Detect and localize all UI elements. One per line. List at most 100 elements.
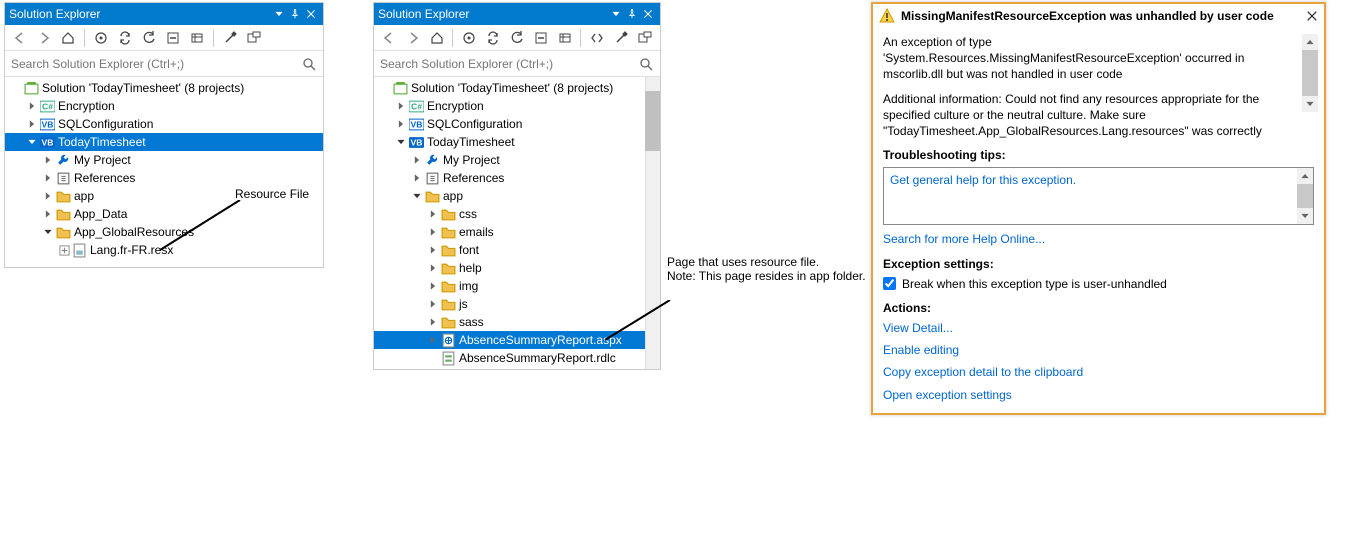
expander-icon[interactable] [57, 243, 71, 257]
tree-item[interactable]: References [374, 169, 660, 187]
expander-icon[interactable] [410, 171, 424, 185]
tree-item[interactable]: My Project [5, 151, 323, 169]
tree-item[interactable]: app [374, 187, 660, 205]
home-button[interactable] [57, 27, 79, 49]
expander-icon[interactable] [378, 81, 392, 95]
back-button[interactable] [378, 27, 400, 49]
search-icon[interactable] [636, 57, 656, 71]
pin-icon[interactable] [287, 6, 303, 22]
expander-icon[interactable] [426, 261, 440, 275]
tree-item[interactable]: css [374, 205, 660, 223]
tree-item-label: help [459, 261, 482, 275]
open-exception-settings-link[interactable]: Open exception settings [883, 388, 1012, 402]
tree-item[interactable]: AbsenceSummaryReport.rdlc [374, 349, 660, 367]
expander-icon[interactable] [41, 171, 55, 185]
forward-button[interactable] [402, 27, 424, 49]
tree-item[interactable]: TodayTimesheet [374, 133, 660, 151]
expander-icon[interactable] [426, 225, 440, 239]
enable-editing-link[interactable]: Enable editing [883, 343, 959, 357]
code-button[interactable] [586, 27, 608, 49]
expander-icon[interactable] [426, 207, 440, 221]
sync-button[interactable] [114, 27, 136, 49]
expander-icon[interactable] [41, 225, 55, 239]
tree-item[interactable]: SQLConfiguration [374, 115, 660, 133]
search-icon[interactable] [299, 57, 319, 71]
vbproj-icon [39, 134, 55, 150]
scroll-thumb[interactable] [645, 91, 660, 151]
expander-icon[interactable] [426, 279, 440, 293]
scroll-up-icon[interactable] [1297, 168, 1313, 184]
aspx-icon [440, 332, 456, 348]
scroll-down-icon[interactable] [1302, 96, 1318, 112]
pin-icon[interactable] [624, 6, 640, 22]
expander-icon[interactable] [41, 153, 55, 167]
warning-icon [879, 8, 895, 24]
collapse-button[interactable] [530, 27, 552, 49]
refresh-button[interactable] [138, 27, 160, 49]
sync-button[interactable] [482, 27, 504, 49]
tree-item[interactable]: My Project [374, 151, 660, 169]
expander-icon[interactable] [25, 135, 39, 149]
tree-item[interactable]: img [374, 277, 660, 295]
scope-button[interactable] [90, 27, 112, 49]
scroll-up-icon[interactable] [1302, 34, 1318, 50]
scope-button[interactable] [458, 27, 480, 49]
close-icon[interactable] [1306, 10, 1318, 22]
tree-item[interactable]: SQLConfiguration [5, 115, 323, 133]
collapse-button[interactable] [162, 27, 184, 49]
tip-general-help-link[interactable]: Get general help for this exception. [890, 173, 1076, 187]
home-button[interactable] [426, 27, 448, 49]
close-icon[interactable] [303, 6, 319, 22]
tree-item-label: References [74, 171, 135, 185]
forward-button[interactable] [33, 27, 55, 49]
search-input[interactable] [378, 55, 636, 73]
properties-button[interactable] [610, 27, 632, 49]
tree-item[interactable]: References [5, 169, 323, 187]
scroll-down-icon[interactable] [1297, 208, 1313, 224]
expander-icon[interactable] [426, 351, 440, 365]
preview-button[interactable] [634, 27, 656, 49]
preview-button[interactable] [243, 27, 265, 49]
expander-icon[interactable] [394, 99, 408, 113]
back-button[interactable] [9, 27, 31, 49]
tips-scrollbar[interactable] [1297, 168, 1313, 224]
expander-icon[interactable] [426, 315, 440, 329]
expander-icon[interactable] [426, 297, 440, 311]
tree-item-label: Encryption [58, 99, 115, 113]
message-scrollbar[interactable] [1302, 34, 1318, 112]
properties-button[interactable] [219, 27, 241, 49]
expander-icon[interactable] [41, 207, 55, 221]
tree-item-label: Encryption [427, 99, 484, 113]
expander-icon[interactable] [394, 117, 408, 131]
tree-item[interactable]: emails [374, 223, 660, 241]
tree-item[interactable]: font [374, 241, 660, 259]
tree-item[interactable]: TodayTimesheet [5, 133, 323, 151]
break-checkbox[interactable] [883, 277, 896, 290]
expander-icon[interactable] [426, 333, 440, 347]
showall-button[interactable] [554, 27, 576, 49]
tree-item[interactable]: Encryption [374, 97, 660, 115]
tree-item[interactable]: Solution 'TodayTimesheet' (8 projects) [374, 79, 660, 97]
expander-icon[interactable] [394, 135, 408, 149]
annotation-line-2 [600, 300, 675, 345]
dropdown-icon[interactable] [608, 6, 624, 22]
dropdown-icon[interactable] [271, 6, 287, 22]
close-icon[interactable] [640, 6, 656, 22]
expander-icon[interactable] [410, 189, 424, 203]
showall-button[interactable] [186, 27, 208, 49]
expander-icon[interactable] [41, 189, 55, 203]
expander-icon[interactable] [25, 99, 39, 113]
copy-exception-link[interactable]: Copy exception detail to the clipboard [883, 365, 1083, 379]
tree-item[interactable]: help [374, 259, 660, 277]
annotation-line-1 [155, 200, 245, 255]
refresh-button[interactable] [506, 27, 528, 49]
search-input[interactable] [9, 55, 299, 73]
expander-icon[interactable] [410, 153, 424, 167]
tree-item[interactable]: Encryption [5, 97, 323, 115]
search-help-online-link[interactable]: Search for more Help Online... [883, 232, 1045, 246]
expander-icon[interactable] [9, 81, 23, 95]
expander-icon[interactable] [25, 117, 39, 131]
expander-icon[interactable] [426, 243, 440, 257]
view-detail-link[interactable]: View Detail... [883, 321, 953, 335]
tree-item[interactable]: Solution 'TodayTimesheet' (8 projects) [5, 79, 323, 97]
